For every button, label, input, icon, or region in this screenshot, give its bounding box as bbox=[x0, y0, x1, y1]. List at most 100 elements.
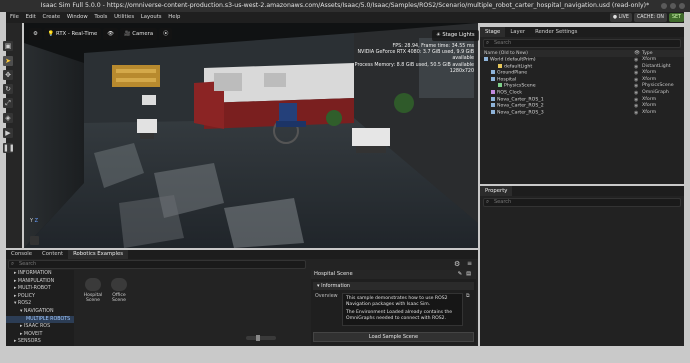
close-button[interactable] bbox=[679, 3, 685, 9]
stage-tree-row[interactable]: GroundPlane ◉ Xform bbox=[480, 70, 684, 77]
tile-hospital-scene[interactable]: Hospital Scene bbox=[82, 278, 104, 304]
stage-row-type: Xform bbox=[642, 109, 657, 115]
visibility-icon[interactable]: ◉ bbox=[634, 90, 638, 97]
stage-tree-header: Name (Old to New) 👁 Type bbox=[480, 50, 684, 57]
minimize-button[interactable] bbox=[661, 3, 667, 9]
capture-icon[interactable]: ⦿ bbox=[159, 28, 173, 40]
scene-title-bar: Hospital Scene ✎ ▤ bbox=[311, 270, 476, 279]
stage-tree-row[interactable]: Nova_Carter_ROS_2 ◉ Xform bbox=[480, 103, 684, 110]
examples-tree-item[interactable]: ▾ ROS2 bbox=[6, 300, 74, 308]
examples-tree-item[interactable]: ▸ MANIPULATION bbox=[6, 278, 74, 286]
camera-icon[interactable] bbox=[30, 236, 39, 245]
visibility-icon[interactable]: ◉ bbox=[634, 83, 638, 90]
visibility-button[interactable]: 👁 bbox=[103, 28, 119, 40]
camera-button[interactable]: 🎥 Camera bbox=[120, 28, 158, 40]
examples-tree-item[interactable]: ▸ MOVEIT bbox=[6, 331, 74, 339]
property-search-input[interactable]: ⌕ Search bbox=[483, 198, 681, 207]
prim-type-icon bbox=[491, 70, 495, 75]
visibility-icon[interactable]: ◉ bbox=[634, 103, 638, 110]
stage-tree-row[interactable]: PhysicsScene ◉ PhysicsScene bbox=[480, 83, 684, 90]
tile-office-scene[interactable]: Office Scene bbox=[108, 278, 130, 304]
resolution-stat: 1280x720 bbox=[449, 68, 474, 74]
tab-stage[interactable]: Stage bbox=[480, 27, 506, 37]
menu-window[interactable]: Window bbox=[67, 14, 88, 20]
information-section-header[interactable]: ▾ Information bbox=[313, 282, 474, 290]
tab-robotics-examples[interactable]: Robotics Examples bbox=[68, 250, 129, 259]
col-type-header[interactable]: Type bbox=[642, 50, 653, 57]
examples-tree-item[interactable]: MULTIPLE ROBOTS bbox=[6, 315, 74, 324]
examples-tree-item[interactable]: ▾ NAVIGATION bbox=[6, 308, 74, 316]
menu-icon[interactable]: ≡ bbox=[467, 260, 476, 268]
maximize-button[interactable] bbox=[670, 3, 676, 9]
stage-search-input[interactable]: ⌕ Search bbox=[483, 39, 681, 48]
menu-file[interactable]: File bbox=[10, 14, 19, 20]
visibility-icon[interactable]: ◉ bbox=[634, 110, 638, 117]
menu-layouts[interactable]: Layouts bbox=[141, 14, 162, 20]
stage-lights-button[interactable]: ☀ Stage Lights bbox=[432, 30, 479, 41]
menu-create[interactable]: Create bbox=[43, 14, 61, 20]
tab-content[interactable]: Content bbox=[37, 250, 68, 259]
visibility-icon[interactable]: ◉ bbox=[634, 77, 638, 84]
snap-icon[interactable]: ◈ bbox=[3, 113, 13, 123]
scene-title: Hospital Scene bbox=[314, 271, 353, 277]
menu-tools[interactable]: Tools bbox=[94, 14, 107, 20]
pause-icon[interactable]: ❚❚ bbox=[3, 143, 15, 153]
examples-tree-item[interactable]: ▸ ISAAC ROS bbox=[6, 323, 74, 331]
visibility-icon[interactable]: ◉ bbox=[634, 70, 638, 77]
zoom-slider-handle[interactable] bbox=[256, 335, 260, 341]
axis-z-label: Z bbox=[34, 218, 39, 224]
stage-tree-row[interactable]: Nova_Carter_ROS_3 ◉ Xform bbox=[480, 109, 684, 117]
property-search-placeholder: Search bbox=[494, 199, 512, 205]
stage-row-type: Xform bbox=[642, 103, 657, 109]
stage-row-text: Nova_Carter_ROS_2 bbox=[497, 103, 544, 109]
stage-row-type: Xform bbox=[642, 70, 657, 76]
render-mode-button[interactable]: 💡 RTX - Real-Time bbox=[43, 28, 102, 40]
prim-type-icon bbox=[491, 89, 495, 94]
menu-help[interactable]: Help bbox=[168, 14, 180, 20]
folder-icon[interactable]: ▤ bbox=[466, 270, 471, 279]
prim-type-icon bbox=[498, 63, 502, 68]
live-button[interactable]: ● LIVE bbox=[609, 13, 632, 22]
pointer-icon[interactable]: ➤ bbox=[3, 56, 13, 66]
bottom-tabs: Console Content Robotics Examples bbox=[6, 250, 478, 259]
menu-edit[interactable]: Edit bbox=[26, 14, 36, 20]
visibility-icon[interactable]: ◉ bbox=[634, 97, 638, 104]
load-sample-scene-button[interactable]: Load Sample Scene bbox=[313, 332, 474, 342]
stage-lights-label: Stage Lights bbox=[442, 32, 475, 38]
tab-layer[interactable]: Layer bbox=[505, 27, 530, 37]
overview-description: This sample demonstrates how to use ROS2… bbox=[342, 293, 463, 326]
examples-tree-item[interactable]: ▸ MULTI-ROBOT bbox=[6, 285, 74, 293]
zoom-slider[interactable] bbox=[246, 336, 276, 340]
tab-console[interactable]: Console bbox=[6, 250, 37, 259]
copy-icon[interactable]: ⧉ bbox=[466, 293, 470, 299]
move-icon[interactable]: ✥ bbox=[3, 70, 13, 80]
visibility-icon[interactable]: ◉ bbox=[634, 64, 638, 71]
scale-icon[interactable]: ⤢ bbox=[3, 98, 13, 108]
examples-tree-item[interactable]: ▸ POLICY bbox=[6, 293, 74, 301]
menu-utilities[interactable]: Utilities bbox=[114, 14, 134, 20]
stage-search-placeholder: Search bbox=[494, 40, 512, 46]
examples-search-input[interactable]: ⌕ Search bbox=[8, 260, 306, 269]
stage-tree-row[interactable]: ROS_Clock ◉ OmniGraph bbox=[480, 89, 684, 97]
stage-row-text: PhysicsScene bbox=[504, 83, 536, 89]
examples-tree-item[interactable]: ▸ SENSORS bbox=[6, 338, 74, 346]
download-icon bbox=[85, 278, 101, 291]
stage-row-type: OmniGraph bbox=[642, 89, 669, 95]
stage-tree-row[interactable]: World (defaultPrim) ◉ Xform bbox=[480, 57, 684, 64]
menu-status-area: ● LIVE CACHE: ON SET bbox=[608, 13, 684, 22]
set-button[interactable]: SET bbox=[668, 13, 684, 22]
gear-icon[interactable]: ⚙ bbox=[454, 260, 463, 268]
play-icon[interactable]: ▶ bbox=[3, 128, 13, 138]
col-name-header[interactable]: Name (Old to New) bbox=[484, 50, 528, 57]
stage-row-label: Nova_Carter_ROS_3 bbox=[491, 109, 544, 117]
select-icon[interactable]: ▣ bbox=[3, 41, 13, 51]
rotate-icon[interactable]: ↻ bbox=[3, 84, 13, 94]
tab-render-settings[interactable]: Render Settings bbox=[530, 27, 582, 37]
edit-icon[interactable]: ✎ bbox=[458, 270, 462, 279]
cache-status[interactable]: CACHE: ON bbox=[633, 13, 667, 22]
examples-tree-item[interactable]: ▸ INFORMATION bbox=[6, 270, 74, 278]
settings-icon[interactable]: ⚙ bbox=[29, 28, 42, 40]
visibility-icon[interactable]: ◉ bbox=[634, 57, 638, 64]
prim-type-icon bbox=[491, 76, 495, 81]
tab-property[interactable]: Property bbox=[480, 186, 513, 196]
